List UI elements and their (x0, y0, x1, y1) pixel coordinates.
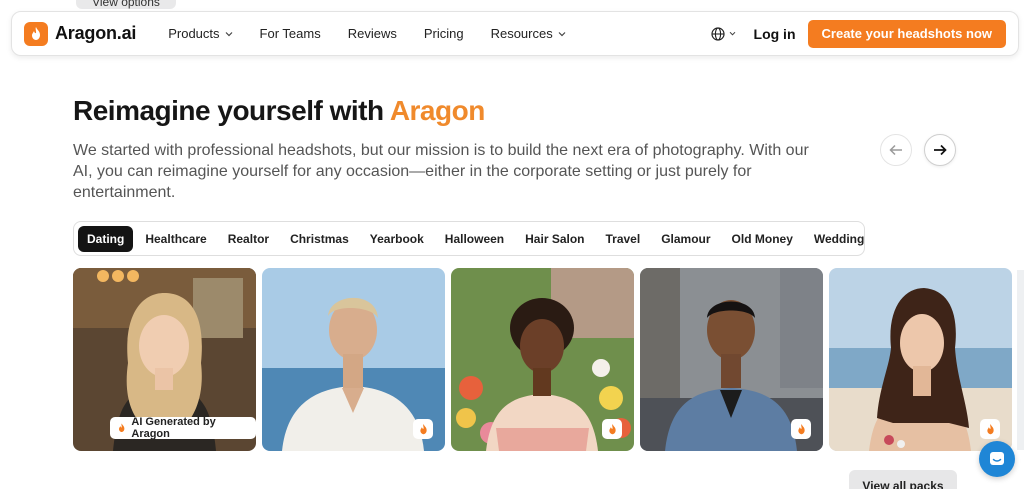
photo-card[interactable] (829, 268, 1012, 451)
nav-reviews[interactable]: Reviews (348, 26, 397, 41)
chat-icon (990, 452, 1004, 465)
nav-pricing-label: Pricing (423, 26, 464, 41)
chevron-down-icon (225, 31, 232, 36)
aragon-flame-badge (413, 419, 433, 439)
flame-icon (119, 423, 125, 433)
aragon-logo-icon[interactable] (24, 21, 48, 46)
nav-products-label: Products (168, 26, 220, 41)
tab-realtor[interactable]: Realtor (219, 226, 278, 252)
nav-reviews-label: Reviews (347, 26, 397, 41)
carousel-next-button[interactable] (924, 134, 956, 166)
chat-support-button[interactable] (979, 441, 1015, 477)
chevron-down-icon (729, 31, 735, 36)
nav-resources-label: Resources (490, 26, 553, 41)
create-headshots-button[interactable]: Create your headshots now (807, 19, 1006, 48)
nav-resources[interactable]: Resources (491, 26, 566, 41)
hero-subheading: We started with professional headshots, … (73, 142, 809, 201)
chevron-down-icon (558, 31, 566, 36)
globe-icon (710, 26, 725, 41)
nav-pricing[interactable]: Pricing (424, 26, 464, 41)
tab-christmas[interactable]: Christmas (281, 226, 358, 252)
flame-icon (797, 423, 805, 434)
flame-icon (419, 423, 427, 434)
headline-prefix: Reimagine yourself with (73, 95, 390, 126)
category-tabs: Dating Healthcare Realtor Christmas Year… (73, 221, 865, 256)
tab-healthcare[interactable]: Healthcare (136, 226, 215, 252)
tab-travel[interactable]: Travel (597, 226, 650, 252)
view-all-packs-button[interactable]: View all packs (849, 470, 957, 489)
view-options-tab[interactable]: View options (76, 0, 176, 9)
tab-dating[interactable]: Dating (78, 225, 134, 252)
flame-icon (608, 423, 616, 434)
tab-old-money[interactable]: Old Money (723, 226, 802, 252)
aragon-flame-badge (980, 419, 1000, 439)
tab-wedding[interactable]: Wedding (805, 226, 873, 252)
photo-card[interactable] (640, 268, 823, 451)
nav-for-teams-label: For Teams (259, 26, 321, 41)
nav-for-teams[interactable]: For Teams (260, 26, 321, 41)
nav-products[interactable]: Products (168, 26, 232, 41)
flame-icon (986, 423, 994, 434)
ai-generated-badge: AI Generated by Aragon (110, 416, 256, 440)
top-navbar: Aragon.ai Products For Teams Reviews Pri… (11, 11, 1019, 56)
arrow-left-icon (889, 144, 902, 156)
headline-accent: Aragon (389, 95, 486, 126)
photo-card[interactable] (262, 268, 445, 451)
aragon-flame-badge (791, 419, 811, 439)
aragon-flame-badge (602, 419, 622, 439)
ai-generated-label: AI Generated by Aragon (131, 416, 216, 440)
language-selector[interactable] (710, 26, 736, 41)
tab-yearbook[interactable]: Yearbook (361, 226, 433, 252)
brand-name[interactable]: Aragon.ai (55, 23, 136, 44)
photo-card[interactable]: AI Generated by Aragon (73, 268, 256, 451)
carousel-prev-button[interactable] (880, 134, 912, 166)
photo-card[interactable] (451, 268, 634, 451)
login-link[interactable]: Log in (754, 26, 796, 42)
photo-carousel: AI Generated by Aragon (73, 268, 1024, 451)
carousel-edge (1017, 270, 1024, 450)
tab-hair-salon[interactable]: Hair Salon (516, 226, 593, 252)
page-title: Reimagine yourself with Aragon (73, 95, 485, 127)
arrow-right-icon (934, 144, 947, 156)
tab-halloween[interactable]: Halloween (436, 226, 513, 252)
tab-glamour[interactable]: Glamour (652, 226, 719, 252)
